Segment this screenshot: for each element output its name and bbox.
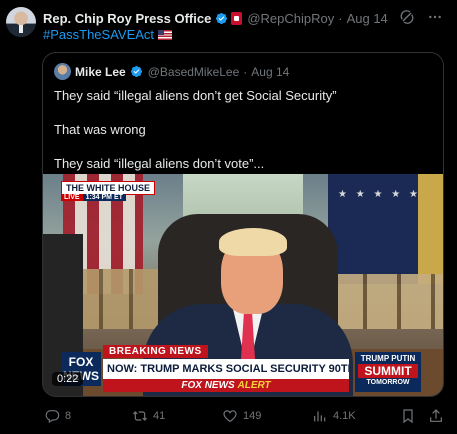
bookmark-icon[interactable]	[400, 408, 416, 424]
like-count: 149	[243, 410, 262, 422]
quote-verified-badge-icon	[130, 65, 142, 78]
author-avatar[interactable]	[6, 7, 36, 37]
alert-prefix: FOX NEWS	[181, 380, 235, 391]
views-count: 4.1K	[333, 410, 356, 422]
post[interactable]: Rep. Chip Roy Press Office @RepChipRoy ·…	[0, 0, 457, 434]
grok-icon[interactable]	[399, 9, 415, 25]
post-header: Rep. Chip Roy Press Office @RepChipRoy ·…	[43, 9, 443, 27]
video-photo-frames-right	[333, 274, 443, 329]
views-icon	[314, 411, 326, 422]
summit-promo: TRUMP PUTIN SUMMIT TOMORROW	[355, 352, 421, 392]
quote-header: Mike Lee @BasedMikeLee · Aug 14	[54, 63, 289, 80]
live-label: LIVE	[61, 194, 83, 201]
quote-time[interactable]: Aug 14	[251, 65, 289, 79]
promo-bottom: TOMORROW	[366, 379, 410, 386]
video-flag-stars: ★ ★ ★ ★ ★	[338, 189, 421, 200]
reply-count: 8	[65, 410, 72, 422]
video-duration: 0:22	[52, 372, 84, 386]
promo-mid: SUMMIT	[358, 364, 418, 378]
repost-button[interactable]: 41	[132, 408, 165, 424]
action-bar: 8 41 149 4.1K	[44, 407, 444, 425]
views-button[interactable]: 4.1K	[312, 408, 356, 424]
heart-icon	[223, 410, 237, 423]
repost-icon	[132, 411, 148, 421]
separator-dot: ·	[338, 10, 343, 26]
us-flag-icon	[158, 29, 173, 40]
quoted-post[interactable]: Mike Lee @BasedMikeLee · Aug 14 They sai…	[42, 52, 444, 397]
quote-line-2: That was wrong	[54, 122, 146, 137]
quote-author-avatar[interactable]	[54, 63, 71, 80]
header-actions	[399, 9, 443, 25]
breaking-news-label: BREAKING NEWS	[103, 345, 208, 358]
post-time[interactable]: Aug 14	[347, 11, 388, 26]
avatar-collar	[19, 25, 23, 33]
more-icon[interactable]	[427, 9, 443, 25]
quote-author-name[interactable]: Mike Lee	[75, 65, 126, 79]
video-speaker-hair	[219, 228, 287, 256]
news-chyron: FOX NEWS BREAKING NEWS NOW: TRUMP MARKS …	[43, 340, 443, 396]
share-icon[interactable]	[428, 408, 444, 424]
hashtag-link[interactable]: #PassTheSAVEAct	[43, 27, 154, 42]
affiliation-badge-icon	[231, 11, 243, 25]
hashtag-line: #PassTheSAVEAct	[43, 27, 173, 42]
live-time: 1:34 PM ET	[82, 194, 126, 201]
author-handle[interactable]: @RepChipRoy	[247, 11, 334, 26]
like-button[interactable]: 149	[222, 408, 261, 424]
reply-icon	[45, 410, 60, 424]
quote-line-1: They said “illegal aliens don’t get Soci…	[54, 88, 337, 103]
location-tag: THE WHITE HOUSE	[61, 181, 156, 195]
quote-separator-dot: ·	[243, 64, 248, 79]
author-name[interactable]: Rep. Chip Roy Press Office	[43, 11, 211, 26]
video-photo-frames-left	[73, 269, 163, 329]
news-alert-bar: FOX NEWS ALERT	[103, 379, 349, 392]
quote-author-handle[interactable]: @BasedMikeLee	[148, 65, 240, 79]
verified-badge-icon	[216, 12, 228, 24]
video-player[interactable]: ★ ★ ★ ★ ★ THE WHITE HOUSE LIVE 1:34 PM E…	[43, 174, 443, 396]
promo-top: TRUMP PUTIN	[360, 354, 416, 363]
live-indicator: LIVE 1:34 PM ET	[61, 194, 126, 201]
alert-word: ALERT	[237, 380, 271, 391]
reply-button[interactable]: 8	[44, 408, 71, 424]
news-headline: NOW: TRUMP MARKS SOCIAL SECURITY 90TH AN…	[103, 359, 349, 379]
quote-line-3: They said “illegal aliens don’t vote”...	[54, 156, 265, 171]
repost-count: 41	[153, 410, 166, 422]
